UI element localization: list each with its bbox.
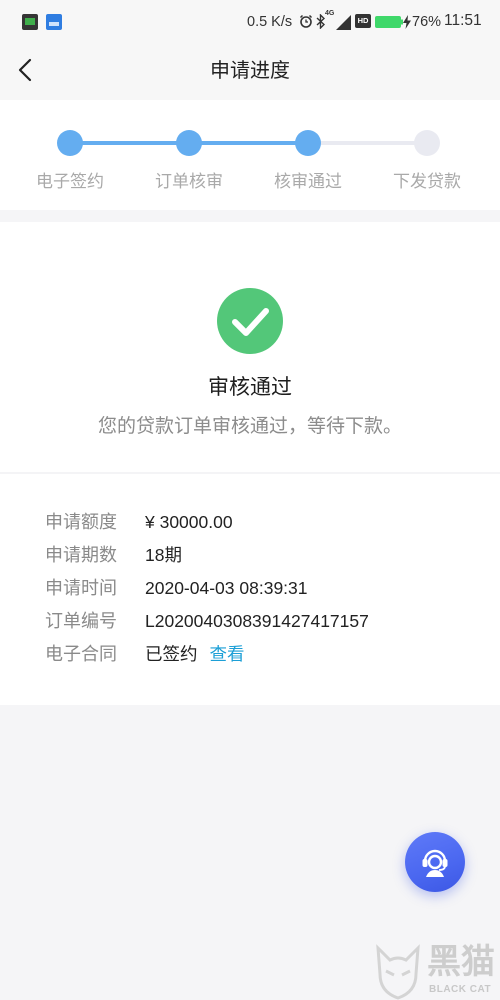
bluetooth-icon xyxy=(316,14,325,29)
network-type: 4G xyxy=(325,10,335,17)
progress-line-segment xyxy=(308,141,427,145)
page-title: 申请进度 xyxy=(210,60,290,82)
clock: 11:51 xyxy=(444,12,482,29)
detail-value-wrapper: 已签约 查看 xyxy=(145,642,245,666)
detail-row-order-number: 订单编号 L2020040308391427417157 xyxy=(0,609,500,633)
result-card: 审核通过 您的贷款订单审核通过，等待下款。 申请额度 ¥ 30000.00 申请… xyxy=(0,222,500,705)
loan-progress-page: 0.5 K/s 4G HD 76% 11:51 申请进度 电子签约 订单核审 核… xyxy=(0,0,500,1000)
nav-header: 申请进度 xyxy=(0,45,500,100)
progress-line-segment xyxy=(70,141,189,145)
step-dot-approved xyxy=(295,130,321,156)
signal-icon xyxy=(336,15,351,30)
app-notification-icon xyxy=(22,14,38,30)
detail-value: ¥ 30000.00 xyxy=(145,512,233,532)
detail-row-apply-time: 申请时间 2020-04-03 08:39:31 xyxy=(0,576,500,600)
step-label: 电子签约 xyxy=(36,172,104,191)
step-label: 下发贷款 xyxy=(393,172,461,191)
detail-value: 已签约 xyxy=(145,644,198,664)
battery-level: 76% xyxy=(412,14,442,30)
detail-label: 申请时间 xyxy=(45,578,117,598)
check-circle-icon xyxy=(217,288,283,354)
progress-line-segment xyxy=(189,141,308,145)
detail-label: 申请期数 xyxy=(45,545,117,565)
detail-label: 申请额度 xyxy=(45,512,117,532)
detail-row-contract: 电子合同 已签约 查看 xyxy=(0,642,500,666)
step-dot-disbursement xyxy=(414,130,440,156)
step-dot-order-review xyxy=(176,130,202,156)
alarm-icon xyxy=(299,14,313,28)
detail-row-term: 申请期数 18期 xyxy=(0,543,500,567)
black-cat-logo-icon xyxy=(376,944,420,1000)
result-message: 您的贷款订单审核通过，等待下款。 xyxy=(97,416,402,437)
detail-label: 电子合同 xyxy=(45,644,117,664)
step-dot-e-sign xyxy=(57,130,83,156)
network-speed: 0.5 K/s xyxy=(247,14,293,30)
detail-value: 2020-04-03 08:39:31 xyxy=(145,578,308,598)
status-bar: 0.5 K/s 4G HD 76% 11:51 xyxy=(0,0,500,45)
watermark-subtitle: BLACK CAT xyxy=(429,984,492,995)
app-notification-icon xyxy=(46,14,62,30)
step-label: 核审通过 xyxy=(274,172,342,191)
detail-row-amount: 申请额度 ¥ 30000.00 xyxy=(0,510,500,534)
watermark-title: 黑猫 xyxy=(427,943,495,981)
detail-value: L2020040308391427417157 xyxy=(145,611,369,631)
hd-icon: HD xyxy=(355,14,371,28)
detail-value: 18期 xyxy=(145,545,182,565)
result-title: 审核通过 xyxy=(208,376,292,399)
headset-icon xyxy=(422,849,448,877)
battery-icon xyxy=(375,16,403,28)
charging-icon xyxy=(403,15,411,29)
step-label: 订单核审 xyxy=(155,172,223,191)
customer-service-button[interactable] xyxy=(405,832,465,892)
view-contract-link[interactable]: 查看 xyxy=(210,644,245,664)
progress-stepper: 电子签约 订单核审 核审通过 下发贷款 xyxy=(0,100,500,210)
divider xyxy=(0,472,500,474)
detail-label: 订单编号 xyxy=(45,611,117,631)
